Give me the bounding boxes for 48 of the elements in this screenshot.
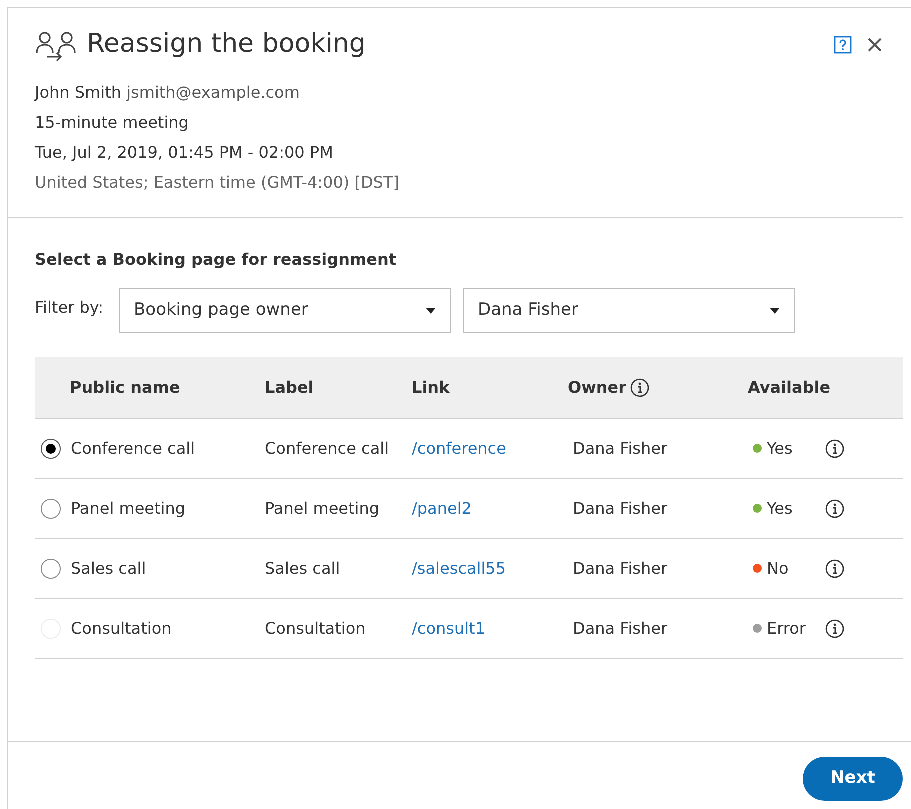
meeting-type: 15-minute meeting <box>35 113 189 132</box>
next-button[interactable]: Next <box>803 757 903 801</box>
booking-link[interactable]: /conference <box>412 438 506 458</box>
filter-field-dropdown[interactable]: Booking page owner <box>119 288 451 333</box>
booking-link[interactable]: /salescall55 <box>412 558 506 578</box>
availability-text: No <box>767 558 789 580</box>
table-cell: Dana Fisher <box>573 618 668 638</box>
table-cell-text: Sales call <box>71 558 146 580</box>
radio-button[interactable] <box>41 438 61 458</box>
info-icon[interactable] <box>630 378 650 398</box>
close-icon <box>868 38 882 52</box>
info-icon[interactable] <box>825 498 845 518</box>
table-cell-text: Panel meeting <box>71 498 186 520</box>
help-icon[interactable] <box>834 36 852 54</box>
owner-dropdown[interactable]: Dana Fisher <box>463 288 795 333</box>
info-icon[interactable] <box>825 618 845 638</box>
table-cell: Dana Fisher <box>573 438 668 458</box>
table-cell: Conference call <box>265 438 390 458</box>
caret-icon <box>426 308 436 314</box>
booking-link[interactable]: /panel2 <box>412 498 472 518</box>
timezone-text: United States; Eastern time (GMT-4:00) [DST] <box>35 173 400 192</box>
availability-text: Yes <box>767 498 793 520</box>
table-cell: Dana Fisher <box>573 498 668 518</box>
column-header[interactable]: Owner <box>568 376 627 400</box>
radio-button[interactable] <box>41 558 61 578</box>
meeting-datetime: Tue, Jul 2, 2019, 01:45 PM - 02:00 PM <box>35 143 334 162</box>
column-header[interactable]: Available <box>748 376 831 400</box>
availability-text: Yes <box>767 438 793 460</box>
customer-email: jsmith@example.com <box>126 83 300 102</box>
table-cell-text: Consultation <box>71 618 172 640</box>
radio-button[interactable] <box>41 498 61 518</box>
dialog-title: Reassign the booking <box>87 28 366 61</box>
column-header[interactable]: Link <box>412 376 450 400</box>
column-header[interactable]: Public name <box>70 376 180 400</box>
customer-name: John Smith <box>35 83 122 102</box>
column-header[interactable]: Label <box>265 376 314 400</box>
caret-icon <box>770 308 780 314</box>
table-cell: Sales call <box>265 558 340 578</box>
table-cell-text: Conference call <box>71 438 196 460</box>
info-icon[interactable] <box>825 558 845 578</box>
availability-text: Error <box>767 618 806 640</box>
section-title: Select a Booking page for reassignment <box>35 250 397 269</box>
filter-label: Filter by: <box>35 297 105 319</box>
table-cell: Consultation <box>265 618 366 638</box>
info-icon[interactable] <box>825 438 845 458</box>
close-button[interactable] <box>866 36 884 54</box>
table-cell: Dana Fisher <box>573 558 668 578</box>
table-cell: Panel meeting <box>265 498 380 518</box>
